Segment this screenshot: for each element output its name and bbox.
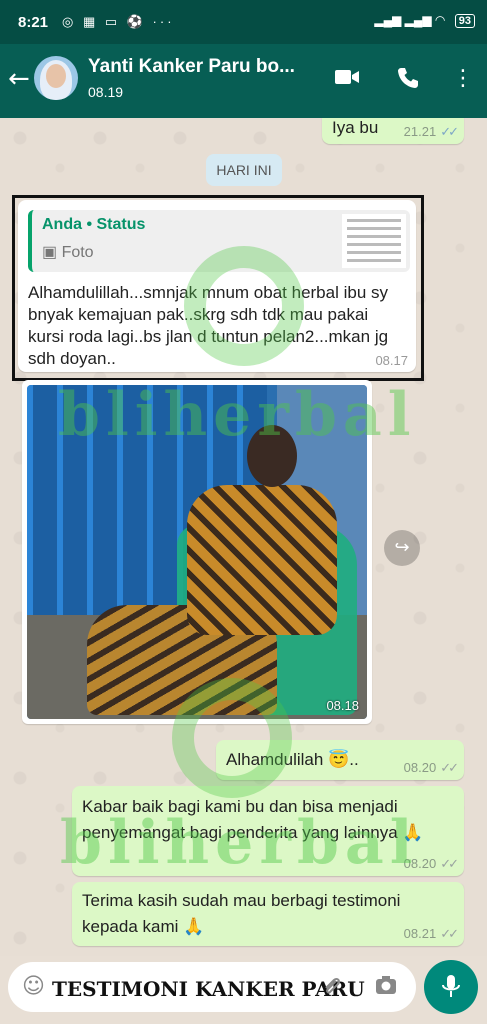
status-bar: 8:21 ◎ ▦ ▭ ⚽ ··· ▂▄▆ ▂▄▆ ◠ 93 — [0, 0, 487, 44]
message-meta: 08.20 ✓✓ — [403, 856, 459, 871]
read-ticks-icon: ✓✓ — [440, 124, 459, 139]
mic-button[interactable] — [424, 960, 478, 1014]
message-out[interactable]: Alhamdulilah 😇.. 08.20 ✓✓ — [216, 740, 464, 780]
system-indicators: ▂▄▆ ▂▄▆ ◠ 93 — [374, 13, 475, 28]
voice-call-icon[interactable] — [396, 66, 420, 96]
message-out[interactable]: Terima kasih sudah mau berbagi testimoni… — [72, 882, 464, 946]
back-arrow-icon[interactable]: ← — [8, 64, 30, 94]
attach-icon[interactable] — [322, 975, 342, 1004]
message-meta: 08.20 ✓✓ — [403, 760, 459, 775]
delivered-ticks-icon: ✓✓ — [440, 760, 459, 775]
chat-area[interactable]: Iya bu 21.21 ✓✓ HARI INI Anda • Status ▣ … — [0, 118, 487, 956]
photo-time: 08.18 — [326, 698, 359, 713]
delivered-ticks-icon: ✓✓ — [440, 856, 459, 871]
contact-name[interactable]: Yanti Kanker Paru bo... — [88, 56, 295, 78]
battery-icon: 93 — [454, 14, 475, 28]
notification-icons: ◎ ▦ ▭ ⚽ ··· — [62, 14, 175, 29]
menu-icon[interactable]: ⋮ — [452, 66, 474, 91]
message-text: Alhamdulilah 😇.. — [226, 750, 359, 769]
message-out[interactable]: Iya bu 21.21 ✓✓ — [322, 118, 464, 144]
avatar[interactable] — [34, 56, 78, 100]
composer: ☺ TESTIMONI KANKER PARU — [0, 956, 487, 1024]
photo-image[interactable]: 08.18 — [27, 385, 367, 719]
photo-message[interactable]: 08.18 — [22, 380, 372, 724]
caption-overlay: TESTIMONI KANKER PARU — [52, 977, 365, 1001]
message-input[interactable]: ☺ TESTIMONI KANKER PARU — [8, 962, 416, 1012]
delivered-ticks-icon: ✓✓ — [440, 926, 459, 941]
message-text: Kabar baik bagi kami bu dan bisa menjadi… — [82, 797, 424, 842]
date-divider: HARI INI — [206, 154, 282, 186]
video-call-icon[interactable] — [334, 66, 360, 94]
highlight-frame — [12, 195, 424, 381]
signal-icon: ▂▄▆ ▂▄▆ ◠ — [374, 13, 446, 27]
message-meta: 08.21 ✓✓ — [403, 926, 459, 941]
message-meta: 21.21 ✓✓ — [403, 124, 459, 139]
message-out[interactable]: Kabar baik bagi kami bu dan bisa menjadi… — [72, 786, 464, 876]
camera-icon[interactable] — [374, 974, 398, 1002]
forward-icon[interactable]: ↪ — [384, 530, 420, 566]
emoji-icon[interactable]: ☺ — [22, 974, 45, 999]
clock: 8:21 — [18, 14, 49, 31]
message-text: Iya bu — [332, 118, 379, 137]
chat-header: ← Yanti Kanker Paru bo... 08.19 ⋮ — [0, 44, 487, 118]
message-text: Terima kasih sudah mau berbagi testimoni… — [82, 891, 401, 936]
last-seen: 08.19 — [88, 84, 124, 100]
